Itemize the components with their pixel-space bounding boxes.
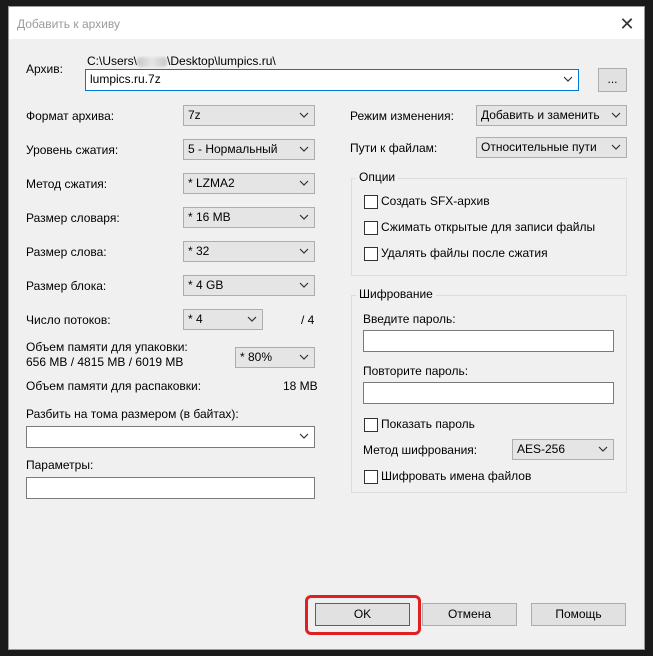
archive-name-combobox[interactable]: lumpics.ru.7z: [85, 69, 579, 91]
title-bar: Добавить к архиву ✕: [9, 7, 644, 39]
archive-path-prefix: C:\Users\: [87, 54, 138, 68]
mem-unpack-value: 18 MB: [283, 379, 318, 393]
params-label: Параметры:: [26, 458, 94, 472]
chevron-down-icon: [299, 214, 309, 220]
chevron-down-icon: [299, 282, 309, 288]
mem-pack-value: * 80%: [240, 350, 273, 364]
mem-pack-label: Объем памяти для упаковки:: [26, 340, 188, 354]
delete-after-checkbox-box[interactable]: [364, 247, 378, 261]
dict-label: Размер словаря:: [26, 211, 120, 225]
method-value: * LZMA2: [188, 176, 235, 190]
encryption-method-label: Метод шифрования:: [363, 443, 478, 457]
chevron-down-icon: [611, 144, 621, 150]
block-label: Размер блока:: [26, 279, 107, 293]
encryption-group-title: Шифрование: [356, 287, 436, 301]
dict-value: * 16 MB: [188, 210, 231, 224]
window-title: Добавить к архиву: [17, 17, 120, 31]
browse-button[interactable]: ...: [598, 68, 627, 92]
threads-max: / 4: [301, 313, 315, 327]
chevron-down-icon: [299, 180, 309, 186]
word-value: * 32: [188, 244, 210, 258]
update-mode-label: Режим изменения:: [350, 109, 454, 123]
level-select[interactable]: 5 - Нормальный: [183, 139, 315, 160]
block-value: * 4 GB: [188, 278, 224, 292]
repeat-password-input[interactable]: [363, 382, 614, 404]
path-mode-label: Пути к файлам:: [350, 141, 438, 155]
sfx-checkbox-label: Создать SFX-архив: [381, 194, 490, 208]
word-label: Размер слова:: [26, 245, 107, 259]
mem-unpack-label: Объем памяти для распаковки:: [26, 379, 202, 393]
chevron-down-icon: [299, 354, 309, 360]
dict-select[interactable]: * 16 MB: [183, 207, 315, 228]
mem-pack-select[interactable]: * 80%: [235, 347, 315, 368]
add-to-archive-dialog: Добавить к архиву ✕ Архив: C:\Users\ \Des…: [8, 6, 645, 650]
chevron-down-icon: [299, 146, 309, 152]
format-select[interactable]: 7z: [183, 105, 315, 126]
threads-value: * 4: [188, 312, 203, 326]
update-mode-value: Добавить и заменить: [481, 108, 600, 122]
delete-after-checkbox-label: Удалять файлы после сжатия: [381, 246, 548, 260]
format-label: Формат архива:: [26, 109, 115, 123]
chevron-down-icon: [299, 433, 309, 439]
shared-files-checkbox-box[interactable]: [364, 221, 378, 235]
chevron-down-icon: [299, 112, 309, 118]
show-password-checkbox-box[interactable]: [364, 418, 378, 432]
help-button[interactable]: Помощь: [531, 603, 626, 626]
mem-pack-detail: 656 MB / 4815 MB / 6019 MB: [26, 355, 184, 369]
show-password-checkbox-label: Показать пароль: [381, 417, 475, 431]
update-mode-select[interactable]: Добавить и заменить: [476, 105, 627, 126]
split-label: Разбить на тома размером (в байтах):: [26, 407, 239, 421]
method-label: Метод сжатия:: [26, 177, 108, 191]
block-select[interactable]: * 4 GB: [183, 275, 315, 296]
chevron-down-icon: [598, 446, 608, 452]
options-group-title: Опции: [356, 170, 399, 184]
archive-path-suffix: \Desktop\lumpics.ru\: [167, 54, 276, 68]
threads-select[interactable]: * 4: [183, 309, 263, 330]
password-input[interactable]: [363, 330, 614, 352]
chevron-down-icon: [563, 76, 573, 82]
shared-files-checkbox-label: Сжимать открытые для записи файлы: [381, 220, 596, 234]
encrypt-names-checkbox-box[interactable]: [364, 470, 378, 484]
format-value: 7z: [188, 108, 201, 122]
chevron-down-icon: [247, 316, 257, 322]
threads-label: Число потоков:: [26, 313, 111, 327]
close-icon[interactable]: ✕: [616, 13, 638, 35]
path-mode-select[interactable]: Относительные пути: [476, 137, 627, 158]
ok-button[interactable]: OK: [315, 603, 410, 626]
repeat-password-label: Повторите пароль:: [363, 364, 469, 378]
sfx-checkbox-box[interactable]: [364, 195, 378, 209]
encrypt-names-checkbox-label: Шифровать имена файлов: [381, 469, 532, 483]
level-value: 5 - Нормальный: [188, 142, 278, 156]
redacted-username: [137, 56, 168, 67]
path-mode-value: Относительные пути: [481, 140, 597, 154]
encryption-method-select[interactable]: AES-256: [512, 439, 614, 460]
archive-name-value: lumpics.ru.7z: [90, 72, 161, 86]
cancel-button[interactable]: Отмена: [422, 603, 517, 626]
word-select[interactable]: * 32: [183, 241, 315, 262]
password-label: Введите пароль:: [363, 312, 456, 326]
encryption-method-value: AES-256: [517, 442, 566, 456]
level-label: Уровень сжатия:: [26, 143, 119, 157]
split-volumes-combobox[interactable]: [26, 426, 315, 448]
method-select[interactable]: * LZMA2: [183, 173, 315, 194]
params-input[interactable]: [26, 477, 315, 499]
archive-path: C:\Users\ \Desktop\lumpics.ru\: [87, 54, 276, 68]
chevron-down-icon: [611, 112, 621, 118]
chevron-down-icon: [299, 248, 309, 254]
archive-label: Архив:: [26, 62, 63, 76]
